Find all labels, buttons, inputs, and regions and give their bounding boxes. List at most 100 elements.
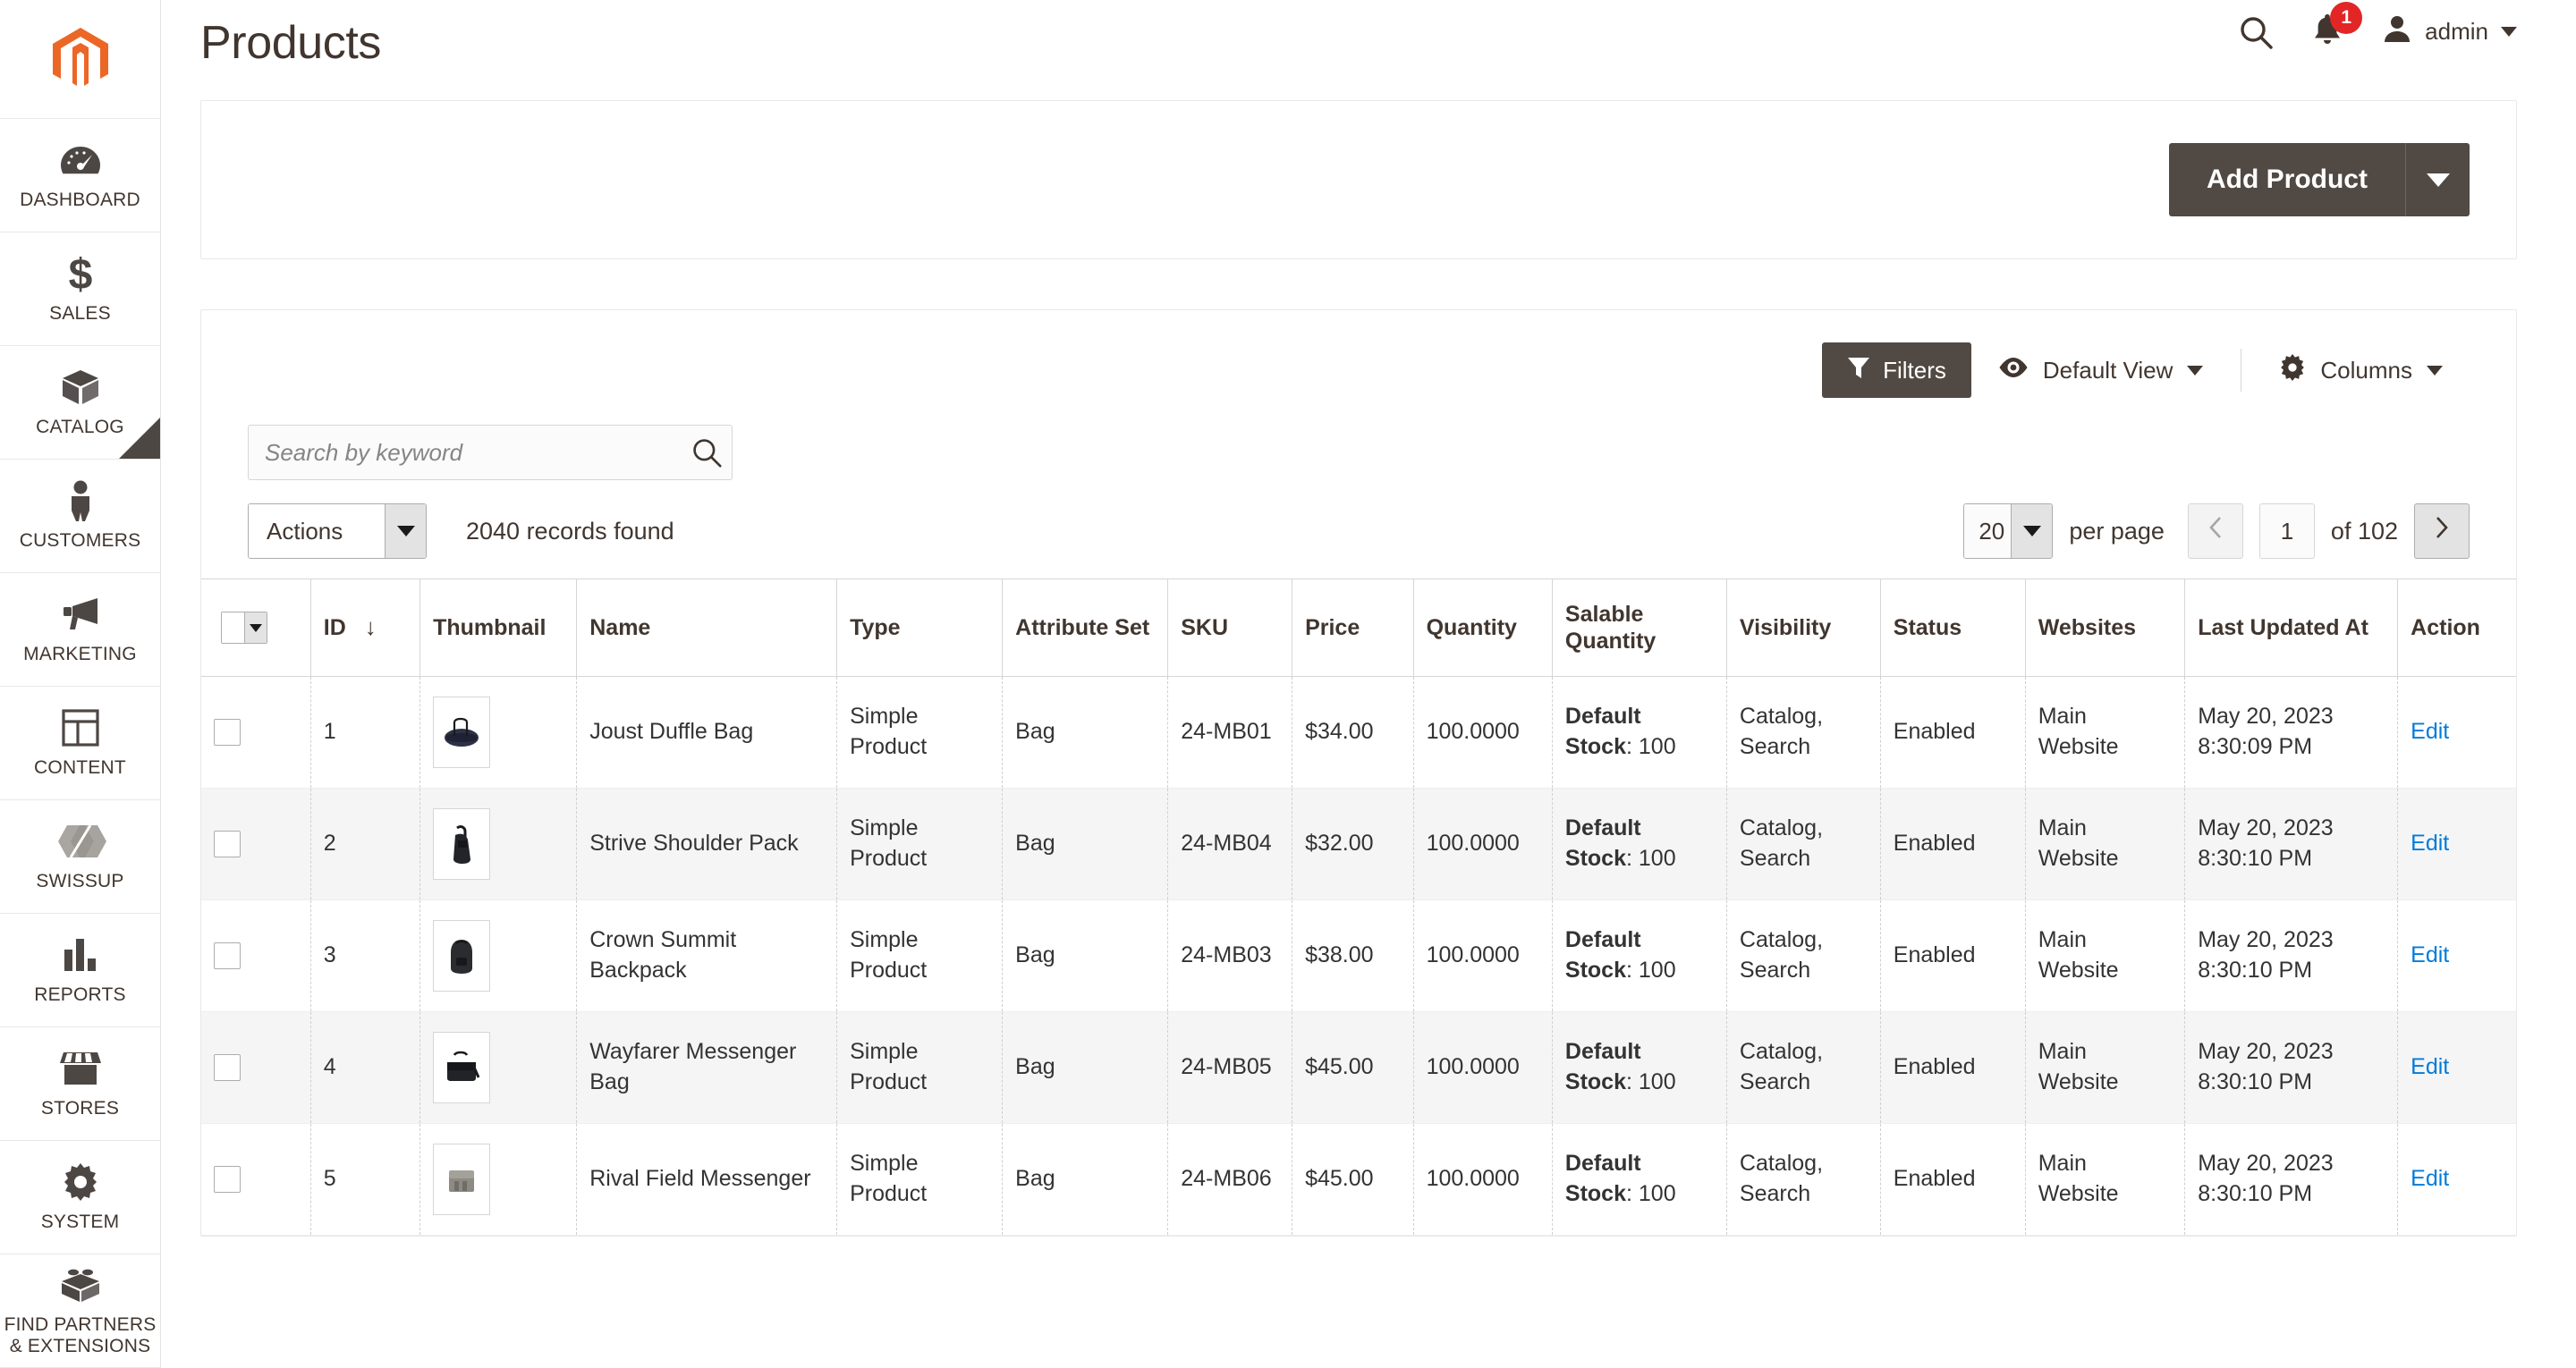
columns-dropdown[interactable]: Columns: [2252, 353, 2470, 387]
table-row[interactable]: 3 Crown Summit Backpack Simple Product B…: [201, 899, 2516, 1012]
row-checkbox[interactable]: [214, 1054, 241, 1081]
select-all-dropdown[interactable]: [221, 612, 267, 644]
filters-button[interactable]: Filters: [1822, 342, 1971, 398]
column-header-visibility[interactable]: Visibility: [1726, 578, 1881, 677]
chevron-down-icon: [2501, 27, 2517, 37]
sidebar-item-swissup[interactable]: SWISSUP: [0, 800, 160, 914]
cell-visibility: Catalog, Search: [1726, 676, 1881, 789]
row-checkbox[interactable]: [214, 1166, 241, 1193]
magento-logo[interactable]: [0, 0, 160, 119]
sidebar-item-customers[interactable]: CUSTOMERS: [0, 460, 160, 573]
column-header-salable-quantity[interactable]: Salable Quantity: [1552, 578, 1727, 677]
edit-link[interactable]: Edit: [2411, 719, 2449, 744]
edit-link[interactable]: Edit: [2411, 831, 2449, 856]
gear-icon: [62, 1161, 99, 1203]
grid-controls-row: Actions 2040 records found 20 per page 1…: [201, 480, 2516, 578]
sidebar-item-marketing[interactable]: MARKETING: [0, 573, 160, 687]
backpack-thumbnail[interactable]: [433, 920, 491, 992]
products-table: ID ↓ Thumbnail Name Type Attribute Set S…: [201, 578, 2516, 1236]
cell-action: Edit: [2397, 676, 2516, 789]
row-checkbox[interactable]: [214, 942, 241, 969]
duffle-bag-thumbnail[interactable]: [433, 697, 491, 768]
add-product-button[interactable]: Add Product: [2169, 143, 2405, 216]
previous-page-button[interactable]: [2187, 503, 2243, 559]
per-page-dropdown[interactable]: 20: [1963, 503, 2054, 559]
add-product-dropdown-toggle[interactable]: [2405, 143, 2470, 216]
page-actions: Add Product: [201, 101, 2516, 258]
cell-name: Strive Shoulder Pack: [576, 788, 838, 900]
add-product-split-button: Add Product: [2169, 143, 2470, 216]
select-all-checkbox[interactable]: [222, 612, 244, 643]
column-header-id[interactable]: ID ↓: [310, 578, 421, 677]
cell-visibility: Catalog, Search: [1726, 1123, 1881, 1236]
columns-label: Columns: [2320, 356, 2412, 384]
column-header-name[interactable]: Name: [576, 578, 838, 677]
chevron-down-icon[interactable]: [243, 612, 267, 643]
row-checkbox[interactable]: [214, 719, 241, 746]
sidebar-item-dashboard[interactable]: DASHBOARD: [0, 119, 160, 232]
salable-stock-value: : 100: [1626, 846, 1676, 871]
row-select-cell: [201, 676, 311, 789]
row-select-cell: [201, 899, 311, 1012]
shoulder-pack-thumbnail[interactable]: [433, 808, 491, 880]
sidebar-item-reports[interactable]: REPORTS: [0, 914, 160, 1027]
records-found-label: 2040 records found: [466, 517, 674, 545]
sidebar-item-label: SALES: [49, 303, 111, 325]
messenger-bag-thumbnail[interactable]: [433, 1032, 491, 1103]
cell-quantity: 100.0000: [1413, 899, 1553, 1012]
sidebar-item-system[interactable]: SYSTEM: [0, 1141, 160, 1254]
sidebar-item-stores[interactable]: STORES: [0, 1027, 160, 1141]
column-header-price[interactable]: Price: [1292, 578, 1414, 677]
grid-controls-left: Actions 2040 records found: [248, 503, 674, 559]
cell-status: Enabled: [1880, 788, 2026, 900]
cell-name: Joust Duffle Bag: [576, 676, 838, 789]
column-header-quantity[interactable]: Quantity: [1413, 578, 1553, 677]
field-messenger-thumbnail[interactable]: [433, 1144, 491, 1215]
sidebar-item-content[interactable]: CONTENT: [0, 687, 160, 800]
sidebar-item-catalog[interactable]: CATALOG: [0, 346, 160, 460]
row-select-cell: [201, 788, 311, 900]
table-row[interactable]: 5 Rival Field Messenger Simple Product B…: [201, 1123, 2516, 1236]
column-header-status[interactable]: Status: [1880, 578, 2026, 677]
actions-dropdown[interactable]: Actions: [248, 503, 427, 559]
default-view-dropdown[interactable]: Default View: [1971, 357, 2231, 384]
column-header-last-updated-at[interactable]: Last Updated At: [2184, 578, 2399, 677]
sidebar-item-sales[interactable]: $ SALES: [0, 232, 160, 346]
table-row[interactable]: 4 Wayfarer Messenger Bag Simple Product …: [201, 1011, 2516, 1124]
cell-type: Simple Product: [836, 899, 1004, 1012]
page-header: Products 1 admin: [161, 0, 2576, 100]
column-header-sku[interactable]: SKU: [1167, 578, 1293, 677]
search-icon[interactable]: [2239, 15, 2273, 49]
column-header-attribute-set[interactable]: Attribute Set: [1002, 578, 1169, 677]
search-submit-button[interactable]: [691, 437, 722, 468]
notifications-button[interactable]: 1: [2312, 2, 2363, 51]
cell-type: Simple Product: [836, 1011, 1004, 1124]
edit-link[interactable]: Edit: [2411, 1054, 2449, 1079]
row-checkbox[interactable]: [214, 831, 241, 857]
table-row[interactable]: 2 Strive Shoulder Pack Simple Product Ba…: [201, 788, 2516, 900]
sidebar-item-label: CUSTOMERS: [19, 530, 141, 552]
megaphone-icon: [60, 594, 101, 635]
search-input[interactable]: [248, 425, 733, 480]
page-number-input[interactable]: [2258, 503, 2315, 559]
cell-type: Simple Product: [836, 676, 1004, 789]
dashboard-icon: [60, 139, 101, 181]
column-header-type[interactable]: Type: [836, 578, 1004, 677]
table-row[interactable]: 1 Joust Duffle Bag Simple Product Bag 24…: [201, 676, 2516, 789]
column-header-thumbnail[interactable]: Thumbnail: [419, 578, 578, 677]
cell-name: Crown Summit Backpack: [576, 899, 838, 1012]
salable-stock-value: : 100: [1626, 1069, 1676, 1094]
edit-link[interactable]: Edit: [2411, 1166, 2449, 1191]
cell-sku: 24-MB04: [1167, 788, 1293, 900]
chevron-down-icon: [385, 504, 426, 558]
brick-icon: [60, 1264, 101, 1305]
main-content: Products 1 admin Add Product Filters Def…: [161, 0, 2576, 1368]
edit-link[interactable]: Edit: [2411, 942, 2449, 967]
user-menu[interactable]: admin: [2382, 13, 2517, 50]
cell-visibility: Catalog, Search: [1726, 788, 1881, 900]
box-icon: [61, 367, 100, 408]
sidebar-item-find-partners-extensions[interactable]: FIND PARTNERS & EXTENSIONS: [0, 1254, 160, 1368]
next-page-button[interactable]: [2414, 503, 2470, 559]
cell-name: Rival Field Messenger: [576, 1123, 838, 1236]
column-header-websites[interactable]: Websites: [2025, 578, 2186, 677]
